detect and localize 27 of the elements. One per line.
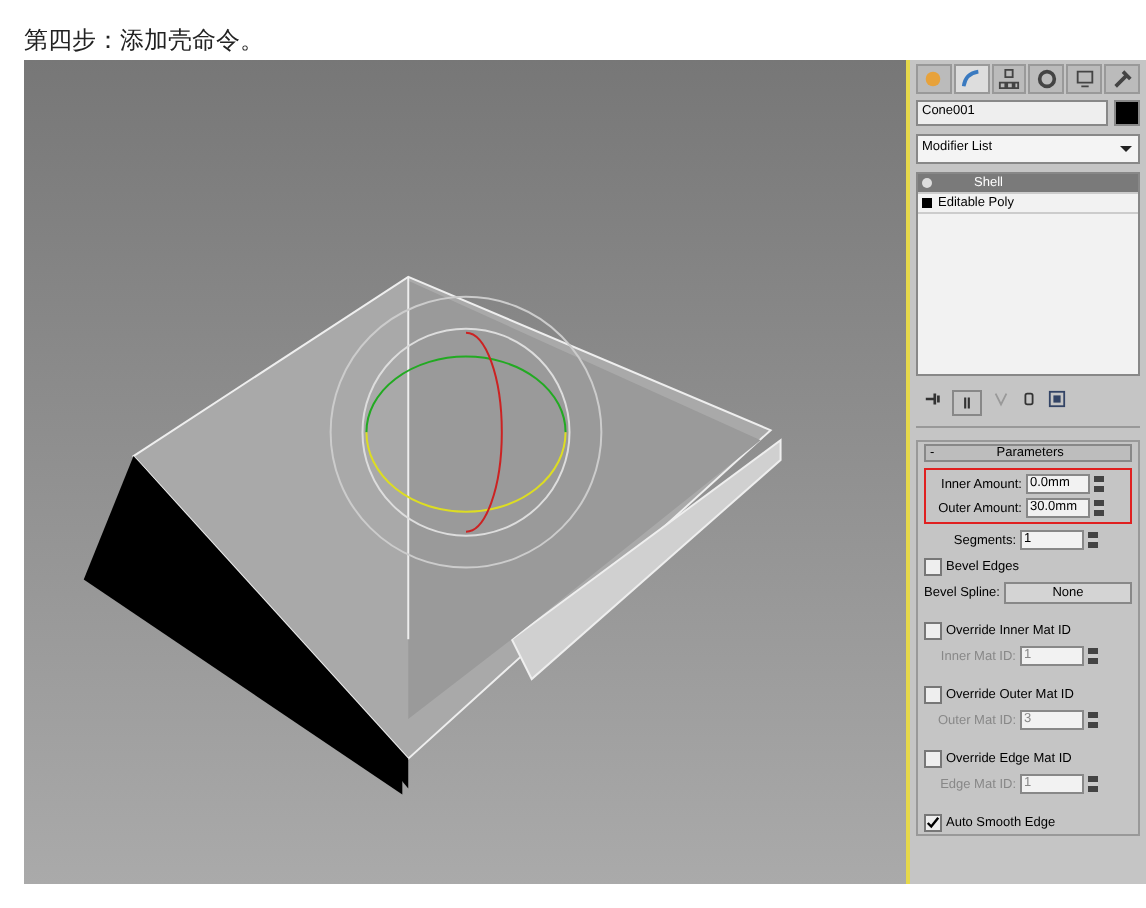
checkbox[interactable] xyxy=(924,557,942,575)
pin-icon[interactable] xyxy=(924,390,942,408)
color-swatch[interactable] xyxy=(1114,100,1140,126)
checkbox[interactable] xyxy=(924,813,942,831)
monitor-icon xyxy=(1073,68,1096,90)
checkbox[interactable] xyxy=(924,621,942,639)
spinner-arrows-icon[interactable] xyxy=(1088,776,1098,792)
hierarchy-tab[interactable] xyxy=(991,64,1027,94)
sun-icon xyxy=(922,68,945,90)
checkbox[interactable] xyxy=(924,685,942,703)
bulb-icon xyxy=(922,178,932,188)
wheel-icon xyxy=(1035,68,1058,90)
hammer-icon xyxy=(1111,68,1134,90)
motion-tab[interactable] xyxy=(1028,64,1065,94)
tree-icon xyxy=(998,68,1021,90)
spinner-arrows-icon[interactable] xyxy=(1088,648,1098,664)
bin-icon[interactable] xyxy=(1020,390,1038,408)
spinner-arrows-icon[interactable] xyxy=(1088,712,1098,728)
pause-icon[interactable] xyxy=(952,390,982,416)
curve-icon xyxy=(960,68,983,90)
checkbox[interactable] xyxy=(924,749,942,767)
utilities-tab[interactable] xyxy=(1104,64,1140,94)
square-icon xyxy=(922,198,932,208)
display-tab[interactable] xyxy=(1066,64,1103,94)
step-caption: 第四步：添加壳命令。 xyxy=(22,24,266,58)
modify-tab[interactable] xyxy=(953,64,990,94)
window-icon[interactable] xyxy=(1048,390,1066,408)
